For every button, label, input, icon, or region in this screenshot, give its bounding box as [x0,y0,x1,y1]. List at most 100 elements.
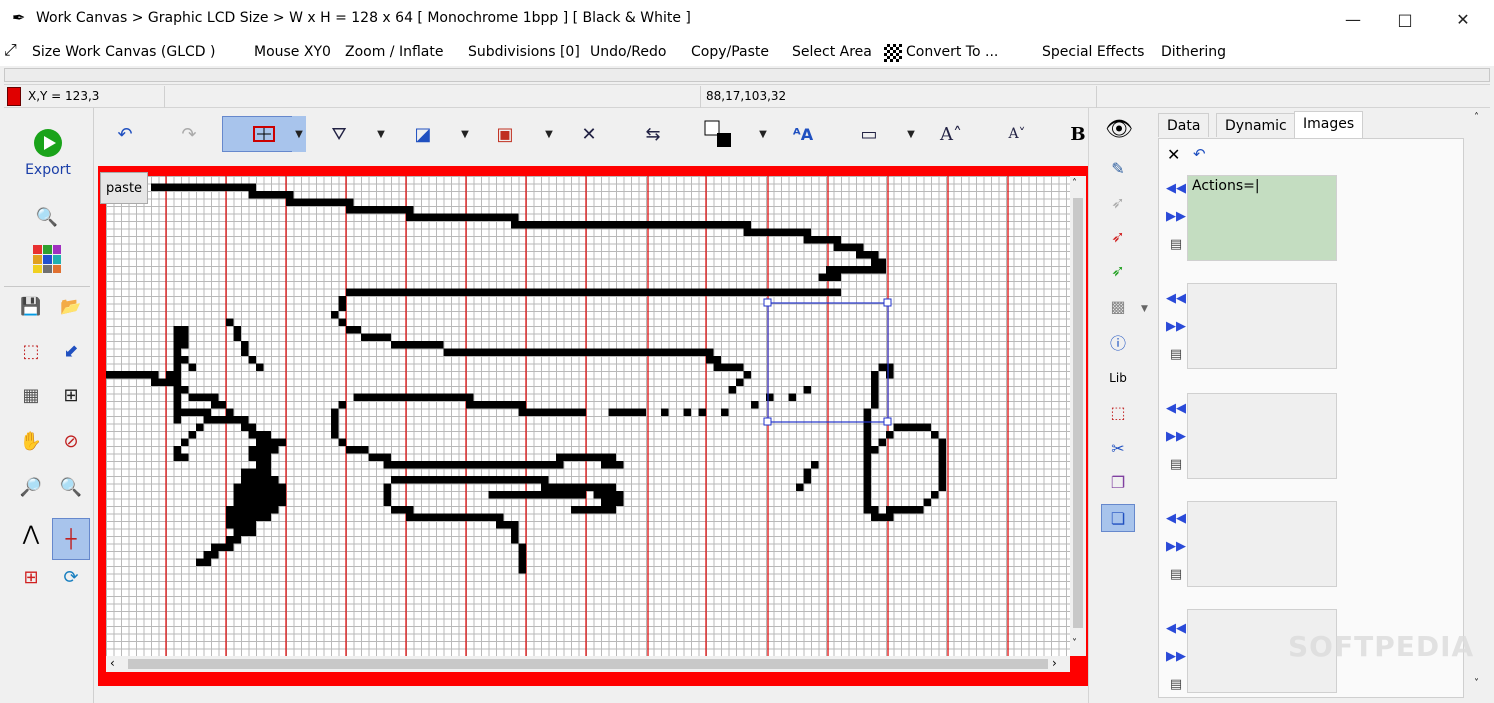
menu-zoom-inflate[interactable]: Zoom / Inflate [345,41,443,63]
menu-dithering[interactable]: Dithering [1161,41,1226,63]
find-image-icon[interactable]: 🔍 [30,200,64,234]
zoom-out-icon[interactable]: 🔍 [54,470,88,504]
glcd-canvas[interactable] [106,176,1070,656]
page-icon[interactable]: ▤ [1165,231,1187,257]
grid-off-icon[interactable]: ▦ [14,378,48,412]
image-slot-4[interactable] [1187,501,1337,587]
eye-preview-icon[interactable]: 👁 [1097,114,1141,144]
color-dropdown[interactable]: ▼ [756,116,770,152]
close-button[interactable]: ✕ [1440,0,1486,38]
line-dropdown[interactable]: ▼ [458,116,472,152]
no-pan-icon[interactable]: ⊘ [54,424,88,458]
previous-icon[interactable]: ◀◀ [1165,285,1187,311]
canvas-vertical-scrollbar[interactable]: ˄ ˅ [1070,176,1086,656]
current-color-swatch[interactable] [7,87,21,106]
font-size-up-icon[interactable]: A˄ [936,116,966,152]
minimize-button[interactable]: — [1330,0,1376,38]
zoom-in-icon[interactable]: 🔎 [14,470,48,504]
font-size-down-icon[interactable]: A˅ [1002,116,1032,152]
redo-icon[interactable]: ↷ [174,116,204,152]
next-icon[interactable]: ▶▶ [1165,313,1187,339]
pixel [938,483,946,491]
page-icon[interactable]: ▤ [1165,341,1187,367]
pixel [571,288,579,296]
canvas-horizontal-scrollbar[interactable]: ‹ › [106,656,1070,672]
palette-icon[interactable] [30,242,64,276]
pixel [338,438,346,446]
rectangle-dropdown[interactable]: ▼ [904,116,918,152]
remove-pointer-icon[interactable]: ➶ [1103,256,1133,284]
page-icon[interactable]: ▤ [1165,451,1187,477]
previous-icon[interactable]: ◀◀ [1165,395,1187,421]
actions-text[interactable]: Actions=| [1192,178,1260,194]
panel-vertical-scrollbar[interactable]: ˄ ˅ [1470,108,1490,698]
select-transparent-icon[interactable]: ⬚ [1103,398,1133,426]
paste-clip-icon[interactable]: ❏ [1101,504,1135,532]
color-toggle-icon[interactable] [698,116,738,152]
image-tool-icon[interactable]: ▣ [490,116,520,152]
rectangle-icon[interactable]: ▭ [852,116,886,152]
tab-data[interactable]: Data [1158,113,1210,137]
next-icon[interactable]: ▶▶ [1165,533,1187,559]
invert-icon[interactable]: ⇆ [638,116,668,152]
next-icon[interactable]: ▶▶ [1165,643,1187,669]
export-button[interactable]: Export [6,118,90,188]
library-icon[interactable]: Lib [1103,364,1133,392]
previous-icon[interactable]: ◀◀ [1165,615,1187,641]
menu-select-area[interactable]: Select Area [792,41,872,63]
compass-icon[interactable]: ⋀ [14,516,48,550]
menu-mouse-xy0[interactable]: Mouse XY0 [254,41,331,63]
next-icon[interactable]: ▶▶ [1165,203,1187,229]
open-folder-icon[interactable]: 📂 [54,290,88,324]
bold-icon[interactable]: B [1068,116,1088,152]
crosshair-icon[interactable]: ┼ [52,518,90,560]
text-font-icon[interactable]: ᴬA [788,116,818,152]
line-tool-icon[interactable]: ◪ [408,116,438,152]
menu-subdivisions[interactable]: Subdivisions [0] [468,41,580,63]
move-tool-dropdown[interactable]: ▼ [292,116,306,152]
image-slot-1[interactable]: Actions=| [1187,175,1337,261]
previous-icon[interactable]: ◀◀ [1165,175,1187,201]
page-icon[interactable]: ▤ [1165,671,1187,697]
pixel [421,341,429,349]
copy-icon[interactable]: ❐ [1103,468,1133,496]
add-pointer-icon[interactable]: ➶ [1103,222,1133,250]
menu-copy-paste[interactable]: Copy/Paste [691,41,769,63]
red-grid-icon[interactable]: ⊞ [14,560,48,594]
clear-x-icon[interactable]: ✕ [574,116,604,152]
pixel [548,461,556,469]
deselect-pointer-icon[interactable]: ➶ [1103,188,1133,216]
scissors-icon[interactable]: ✂ [1103,434,1133,462]
tab-images[interactable]: Images [1294,111,1364,138]
fill-bucket-icon[interactable]: ⛛ [324,116,354,152]
image-dropdown[interactable]: ▼ [542,116,556,152]
eyedropper-icon[interactable]: ✎ [1103,154,1133,182]
export-small-icon[interactable]: ⬋ [54,334,88,368]
grid-icon[interactable]: ⊞ [54,378,88,412]
small-dropdown-arrow[interactable]: ▼ [1141,304,1148,314]
page-icon[interactable]: ▤ [1165,561,1187,587]
next-icon[interactable]: ▶▶ [1165,423,1187,449]
refresh-icon[interactable]: ⟳ [54,560,88,594]
menu-size-work-canvas[interactable]: Size Work Canvas (GLCD ) [32,41,216,63]
undo-small-icon[interactable]: ↶ [1193,145,1206,163]
image-slot-3[interactable] [1187,393,1337,479]
menu-special-effects[interactable]: Special Effects [1042,41,1144,63]
import-icon[interactable]: ⬚ [14,334,48,368]
close-icon[interactable]: ✕ [1167,145,1180,164]
paste-button[interactable]: paste [100,172,148,204]
hand-pan-icon[interactable]: ✋ [14,424,48,458]
tab-dynamic[interactable]: Dynamic [1216,113,1296,137]
menu-undo-redo[interactable]: Undo/Redo [590,41,666,63]
previous-icon[interactable]: ◀◀ [1165,505,1187,531]
save-icon[interactable]: 💾 [14,290,48,324]
fill-dropdown[interactable]: ▼ [374,116,388,152]
pixel [488,401,496,409]
pixel [451,393,459,401]
maximize-button[interactable]: □ [1382,0,1428,38]
info-icon[interactable]: ⓘ [1103,328,1133,356]
image-slot-2[interactable] [1187,283,1337,369]
transparency-icon[interactable]: ▩ [1103,292,1133,320]
menu-convert-to[interactable]: Convert To ... [906,41,998,63]
undo-icon[interactable]: ↶ [110,116,140,152]
